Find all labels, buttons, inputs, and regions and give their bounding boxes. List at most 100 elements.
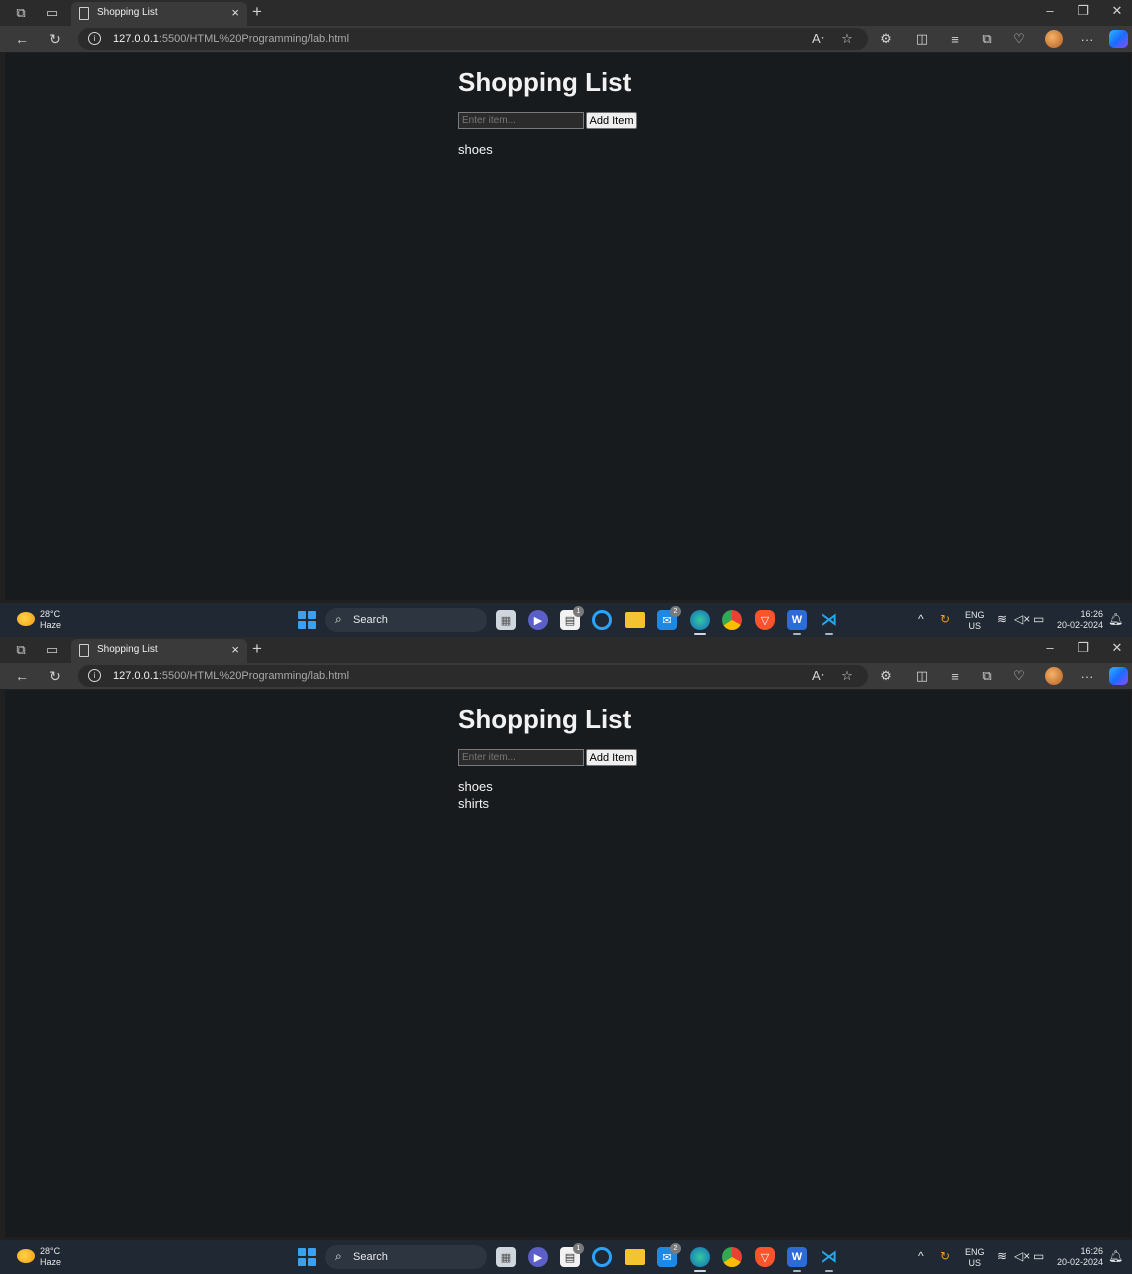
refresh-icon[interactable]: ↻ <box>46 667 64 685</box>
taskbar-search[interactable]: ⌕ Search <box>325 1245 487 1269</box>
mail-icon[interactable]: ✉ 2 <box>657 606 681 630</box>
file-explorer-icon[interactable] <box>625 1249 645 1265</box>
sync-icon[interactable]: ↻ <box>940 1249 950 1263</box>
favorite-star-icon[interactable]: ☆ <box>837 30 857 48</box>
workspaces-icon[interactable]: ⧉ <box>12 641 30 659</box>
chrome-icon[interactable] <box>722 1247 742 1267</box>
tab-actions-icon[interactable]: ▭ <box>43 641 61 659</box>
clock[interactable]: 16:26 20-02-2024 <box>1053 1246 1103 1268</box>
profile-avatar[interactable] <box>1045 30 1063 48</box>
minimize-icon[interactable]: – <box>1040 640 1060 655</box>
new-tab-icon[interactable]: + <box>252 2 262 22</box>
file-explorer-icon[interactable] <box>625 612 645 628</box>
favorite-star-icon[interactable]: ☆ <box>837 667 857 685</box>
battery-icon[interactable]: ▭ <box>1033 1249 1044 1263</box>
vscode-icon[interactable]: ⋊ <box>819 1247 839 1272</box>
copilot-icon[interactable] <box>1109 667 1128 685</box>
address-bar[interactable]: i 127.0.0.1:5500/HTML%20Programming/lab.… <box>78 28 868 50</box>
wifi-icon[interactable]: ≋ <box>997 1249 1007 1263</box>
store-icon[interactable]: ▤ 1 <box>560 1243 584 1267</box>
split-screen-icon[interactable]: ◫ <box>912 667 932 685</box>
url-text[interactable]: 127.0.0.1:5500/HTML%20Programming/lab.ht… <box>113 33 349 45</box>
extensions-icon[interactable]: ⚙ <box>876 30 896 48</box>
url-path: :5500/HTML%20Programming/lab.html <box>158 670 350 682</box>
refresh-icon[interactable]: ↻ <box>46 30 64 48</box>
wifi-icon[interactable]: ≋ <box>997 612 1007 626</box>
browser-essentials-icon[interactable]: ♡ <box>1009 30 1029 48</box>
tab-shopping-list[interactable]: Shopping List × <box>71 639 247 663</box>
read-aloud-icon[interactable]: Aᐧ <box>808 667 828 685</box>
close-window-icon[interactable]: ✕ <box>1107 640 1127 656</box>
favorites-list-icon[interactable]: ≡ <box>945 30 965 48</box>
url-path: :5500/HTML%20Programming/lab.html <box>158 33 350 45</box>
weather-icon[interactable] <box>17 1249 35 1263</box>
clock[interactable]: 16:26 20-02-2024 <box>1053 609 1103 631</box>
favorites-list-icon[interactable]: ≡ <box>945 667 965 685</box>
collections-icon[interactable]: ⧉ <box>977 30 997 48</box>
teams-icon[interactable]: ▶ <box>528 1247 548 1267</box>
notification-bell-icon[interactable]: 🔔︎ <box>1108 612 1123 626</box>
tab-shopping-list[interactable]: Shopping List × <box>71 2 247 26</box>
cortana-icon[interactable] <box>592 610 612 630</box>
task-view-icon[interactable]: ▦ <box>496 610 516 630</box>
restore-icon[interactable]: ❐ <box>1073 640 1093 656</box>
chevron-up-icon[interactable]: ^ <box>918 612 924 626</box>
battery-icon[interactable]: ▭ <box>1033 612 1044 626</box>
start-button[interactable] <box>298 611 316 629</box>
edge-icon[interactable] <box>690 1247 710 1272</box>
read-aloud-icon[interactable]: Aᐧ <box>808 30 828 48</box>
brave-icon[interactable]: ▽ <box>755 1247 775 1267</box>
taskbar-search[interactable]: ⌕ Search <box>325 608 487 632</box>
sync-icon[interactable]: ↻ <box>940 612 950 626</box>
chevron-up-icon[interactable]: ^ <box>918 1249 924 1263</box>
volume-muted-icon[interactable]: ◁× <box>1014 1249 1030 1263</box>
minimize-icon[interactable]: – <box>1040 3 1060 18</box>
tab-close-icon[interactable]: × <box>231 5 239 20</box>
item-input[interactable] <box>458 112 584 129</box>
collections-icon[interactable]: ⧉ <box>977 667 997 685</box>
weather-widget[interactable]: 28°C Haze <box>40 609 61 631</box>
language-indicator[interactable]: ENG US <box>965 1247 985 1269</box>
back-icon[interactable]: ← <box>13 667 31 685</box>
restore-icon[interactable]: ❐ <box>1073 3 1093 19</box>
task-view-icon[interactable]: ▦ <box>496 1247 516 1267</box>
add-item-button[interactable]: Add Item <box>586 749 637 766</box>
item-input[interactable] <box>458 749 584 766</box>
mail-icon[interactable]: ✉ 2 <box>657 1243 681 1267</box>
close-window-icon[interactable]: ✕ <box>1107 3 1127 19</box>
teams-icon[interactable]: ▶ <box>528 610 548 630</box>
store-icon[interactable]: ▤ 1 <box>560 606 584 630</box>
chrome-icon[interactable] <box>722 610 742 630</box>
edge-icon[interactable] <box>690 610 710 635</box>
extensions-icon[interactable]: ⚙ <box>876 667 896 685</box>
address-bar[interactable]: i 127.0.0.1:5500/HTML%20Programming/lab.… <box>78 665 868 687</box>
copilot-icon[interactable] <box>1109 30 1128 48</box>
workspaces-icon[interactable]: ⧉ <box>12 4 30 22</box>
url-text[interactable]: 127.0.0.1:5500/HTML%20Programming/lab.ht… <box>113 670 349 682</box>
word-icon[interactable]: W <box>787 610 807 635</box>
split-screen-icon[interactable]: ◫ <box>912 30 932 48</box>
back-icon[interactable]: ← <box>13 30 31 48</box>
start-button[interactable] <box>298 1248 316 1266</box>
more-icon[interactable]: ··· <box>1077 30 1097 48</box>
add-item-button[interactable]: Add Item <box>586 112 637 129</box>
cortana-icon[interactable] <box>592 1247 612 1267</box>
search-icon: ⌕ <box>335 612 342 626</box>
more-icon[interactable]: ··· <box>1077 667 1097 685</box>
weather-icon[interactable] <box>17 612 35 626</box>
vscode-icon[interactable]: ⋊ <box>819 610 839 635</box>
new-tab-icon[interactable]: + <box>252 639 262 659</box>
site-info-icon[interactable]: i <box>88 32 101 45</box>
tab-close-icon[interactable]: × <box>231 642 239 657</box>
language-indicator[interactable]: ENG US <box>965 610 985 632</box>
word-icon[interactable]: W <box>787 1247 807 1272</box>
weather-widget[interactable]: 28°C Haze <box>40 1246 61 1268</box>
notification-bell-icon[interactable]: 🔔︎ <box>1108 1249 1123 1263</box>
volume-muted-icon[interactable]: ◁× <box>1014 612 1030 626</box>
brave-icon[interactable]: ▽ <box>755 610 775 630</box>
profile-avatar[interactable] <box>1045 667 1063 685</box>
site-info-icon[interactable]: i <box>88 669 101 682</box>
keyboard-layout: US <box>968 1258 982 1268</box>
tab-actions-icon[interactable]: ▭ <box>43 4 61 22</box>
browser-essentials-icon[interactable]: ♡ <box>1009 667 1029 685</box>
